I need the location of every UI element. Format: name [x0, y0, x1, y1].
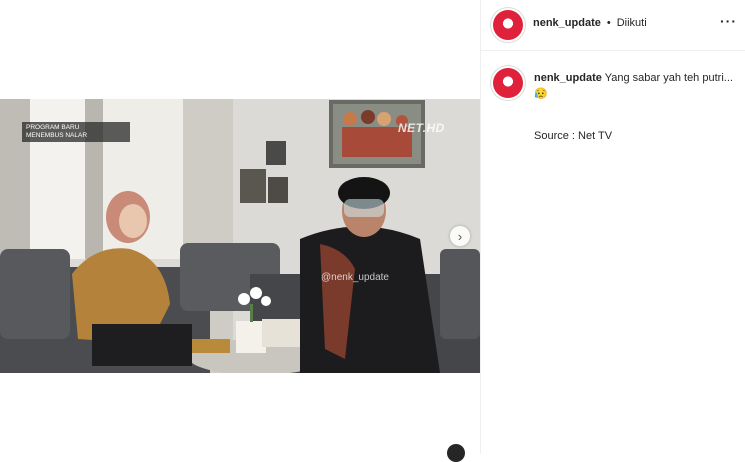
header-user: nenk_update • Diikuti	[533, 17, 647, 29]
chevron-right-icon: ›	[457, 228, 463, 244]
source-line: Source : Net TV	[534, 130, 613, 142]
more-options-icon[interactable]: ···	[720, 13, 737, 29]
caption-username[interactable]: nenk_update	[534, 72, 602, 84]
avatar[interactable]	[493, 10, 523, 40]
caption: nenk_update Yang sabar yah teh putri... …	[534, 70, 734, 102]
channel-logo: NET.HD	[398, 121, 445, 135]
media-pane: PROGRAM BARU MENEMBUS NALAR NET.HD @nenk…	[0, 0, 481, 462]
program-badge: PROGRAM BARU MENEMBUS NALAR	[22, 122, 130, 142]
header-username[interactable]: nenk_update	[533, 17, 601, 29]
comment-avatar[interactable]	[493, 68, 523, 98]
follow-dot: •	[606, 17, 611, 29]
program-label: PROGRAM BARU	[26, 124, 80, 131]
follow-status[interactable]: Diikuti	[617, 17, 647, 29]
show-title: MENEMBUS NALAR	[26, 132, 88, 139]
video-watermark: @nenk_update	[321, 272, 389, 283]
caption-emoji: 😥	[534, 88, 548, 100]
next-media-button[interactable]: ›	[450, 226, 470, 246]
post-sidebar: nenk_update • Diikuti ··· nenk_update Ya…	[481, 0, 745, 454]
scroll-indicator	[447, 444, 465, 462]
post-header: nenk_update • Diikuti ···	[481, 0, 745, 51]
caption-text: Yang sabar yah teh putri...	[604, 72, 733, 84]
